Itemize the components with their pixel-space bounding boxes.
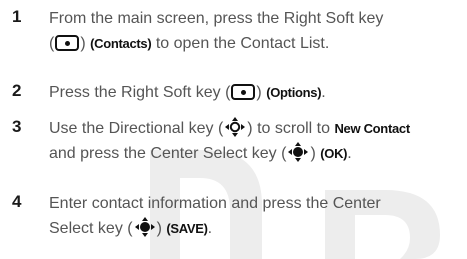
paren: ( <box>49 35 55 52</box>
save-label: (SAVE) <box>166 221 208 236</box>
step-text: From the main screen, press the Right So… <box>49 6 467 56</box>
instruction-steps: 1 From the main screen, press the Right … <box>0 0 467 259</box>
step-line: Select key ( ) (SAVE). <box>49 216 467 241</box>
step-text-pre: and press the Center Select key ( <box>49 145 287 162</box>
period: . <box>347 145 352 162</box>
soft-key-icon <box>55 35 80 51</box>
period: . <box>207 220 213 237</box>
step-number: 3 <box>12 117 22 136</box>
options-label: (Options) <box>266 85 322 100</box>
step-line: and press the Center Select key ( ) (OK)… <box>49 141 467 166</box>
ok-label: (OK) <box>320 146 348 161</box>
step-number: 4 <box>12 192 22 211</box>
step-line: Enter contact information and press the … <box>49 195 381 212</box>
step-text: Press the Right Soft key () (Options). <box>49 80 467 105</box>
new-contact-label: New Contact <box>334 121 410 136</box>
step-number: 1 <box>12 7 22 26</box>
paren: ) <box>156 220 162 237</box>
step-number: 2 <box>12 81 22 100</box>
step-text-pre: Select key ( <box>49 220 133 237</box>
directional-key-icon <box>225 117 246 137</box>
step-line: () (Contacts) to open the Contact List. <box>49 31 467 56</box>
step-text-mid: ) to scroll to <box>247 120 335 137</box>
period: . <box>321 84 326 101</box>
step-text: Enter contact information and press the … <box>49 191 467 241</box>
contacts-label: (Contacts) <box>90 36 152 51</box>
soft-key-icon <box>231 84 256 100</box>
paren: ) <box>310 145 316 162</box>
step-line: Press the Right Soft key () (Options). <box>49 80 467 105</box>
step-text-rest: to open the Contact List. <box>151 35 330 52</box>
step-text-pre: Press the Right Soft key ( <box>49 84 231 101</box>
step-text-pre: Use the Directional key ( <box>49 120 224 137</box>
step-line: From the main screen, press the Right So… <box>49 10 384 27</box>
paren: ) <box>256 84 262 101</box>
step-line: Use the Directional key ( ) to scroll to… <box>49 116 467 141</box>
center-select-key-icon <box>134 217 155 237</box>
step-text: Use the Directional key ( ) to scroll to… <box>49 116 467 166</box>
center-select-key-icon <box>288 142 309 162</box>
paren: ) <box>80 35 86 52</box>
